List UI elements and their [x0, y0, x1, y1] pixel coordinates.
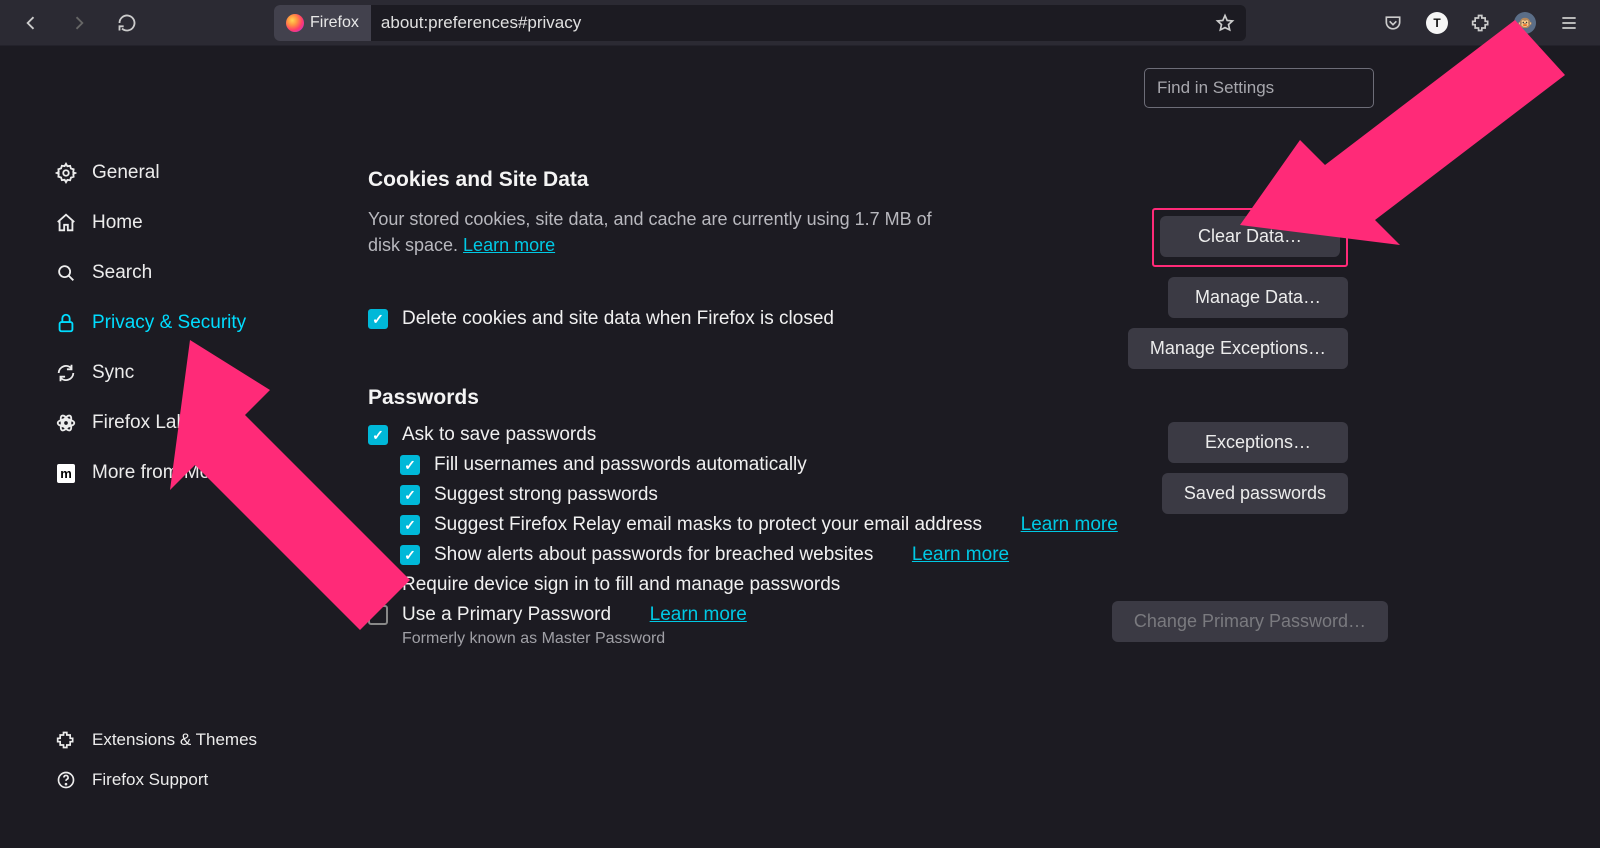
checkbox-label: Suggest Firefox Relay email masks to pro…	[434, 514, 982, 536]
sidebar-item-label: More from Mozilla	[92, 462, 243, 484]
sidebar-item-extensions-themes[interactable]: Extensions & Themes	[0, 720, 330, 760]
sidebar-item-search[interactable]: Search	[0, 248, 330, 298]
learn-more-link[interactable]: Learn more	[912, 544, 1009, 566]
avatar-initial: T	[1433, 16, 1440, 30]
section-cookies: Cookies and Site Data Your stored cookie…	[368, 168, 1188, 330]
sidebar-item-sync[interactable]: Sync	[0, 348, 330, 398]
manage-exceptions-button[interactable]: Manage Exceptions…	[1128, 328, 1348, 369]
sidebar-item-home[interactable]: Home	[0, 198, 330, 248]
labs-icon	[54, 412, 78, 434]
checkbox-icon	[368, 605, 388, 625]
sidebar-item-label: Firefox Labs	[92, 412, 197, 434]
help-icon	[54, 770, 78, 790]
checkbox-icon	[400, 515, 420, 535]
sidebar-item-more-mozilla[interactable]: m More from Mozilla	[0, 448, 330, 498]
checkbox-relay-masks[interactable]: Suggest Firefox Relay email masks to pro…	[400, 514, 1188, 536]
checkbox-suggest-strong[interactable]: Suggest strong passwords	[400, 484, 1188, 506]
gear-icon	[54, 162, 78, 184]
back-button[interactable]	[10, 5, 52, 41]
clear-data-button[interactable]: Clear Data…	[1160, 216, 1340, 257]
checkbox-label: Ask to save passwords	[402, 424, 596, 446]
primary-password-sublabel: Formerly known as Master Password	[402, 630, 1188, 648]
checkbox-icon	[368, 309, 388, 329]
sidebar-item-label: Firefox Support	[92, 770, 208, 790]
checkbox-delete-on-close[interactable]: Delete cookies and site data when Firefo…	[368, 308, 1188, 330]
section-heading: Cookies and Site Data	[368, 168, 1188, 192]
sidebar-item-privacy[interactable]: Privacy & Security	[0, 298, 330, 348]
avatar: T	[1426, 12, 1448, 34]
checkbox-primary-password[interactable]: Use a Primary Password Learn more	[368, 604, 1188, 626]
checkbox-label: Suggest strong passwords	[434, 484, 658, 506]
sidebar-item-label: Home	[92, 212, 143, 234]
search-input[interactable]	[1144, 68, 1374, 108]
checkbox-label: Delete cookies and site data when Firefo…	[402, 308, 834, 330]
lock-icon	[54, 312, 78, 334]
browser-toolbar: Firefox about:preferences#privacy T 🐵	[0, 0, 1600, 46]
cookies-description: Your stored cookies, site data, and cach…	[368, 206, 968, 258]
identity-label: Firefox	[310, 14, 359, 32]
change-primary-password-button[interactable]: Change Primary Password…	[1112, 601, 1388, 642]
checkbox-icon	[400, 455, 420, 475]
home-icon	[54, 212, 78, 234]
learn-more-link[interactable]: Learn more	[463, 235, 555, 255]
sidebar-item-firefox-labs[interactable]: Firefox Labs	[0, 398, 330, 448]
checkbox-ask-save[interactable]: Ask to save passwords	[368, 424, 1188, 446]
learn-more-link[interactable]: Learn more	[650, 604, 747, 626]
identity-chip[interactable]: Firefox	[274, 5, 371, 41]
bookmark-star-icon[interactable]	[1208, 6, 1242, 40]
checkbox-icon	[368, 425, 388, 445]
mozilla-icon: m	[54, 464, 78, 483]
sidebar-item-firefox-support[interactable]: Firefox Support	[0, 760, 330, 800]
learn-more-link[interactable]: Learn more	[1021, 514, 1118, 536]
section-passwords: Passwords Ask to save passwords Fill use…	[368, 386, 1188, 648]
sidebar-item-label: Extensions & Themes	[92, 730, 257, 750]
search-icon	[54, 262, 78, 284]
checkbox-breach-alerts[interactable]: Show alerts about passwords for breached…	[400, 544, 1188, 566]
settings-main: Cookies and Site Data Your stored cookie…	[330, 46, 1600, 848]
sidebar-item-label: General	[92, 162, 160, 184]
cookies-button-stack: Clear Data… Manage Data… Manage Exceptio…	[1128, 208, 1348, 369]
forward-button[interactable]	[58, 5, 100, 41]
checkbox-label: Show alerts about passwords for breached…	[434, 544, 873, 566]
settings-sidebar: General Home Search Privacy & Security S…	[0, 46, 330, 848]
sidebar-item-general[interactable]: General	[0, 148, 330, 198]
password-exceptions-button[interactable]: Exceptions…	[1168, 422, 1348, 463]
account-icon[interactable]: T	[1416, 5, 1458, 41]
checkbox-label: Require device sign in to fill and manag…	[402, 574, 840, 596]
checkbox-icon	[368, 575, 388, 595]
pocket-icon[interactable]	[1372, 5, 1414, 41]
section-heading: Passwords	[368, 386, 1188, 410]
checkbox-icon	[400, 545, 420, 565]
saved-passwords-button[interactable]: Saved passwords	[1162, 473, 1348, 514]
checkbox-require-signin[interactable]: Require device sign in to fill and manag…	[368, 574, 1188, 596]
extensions-icon[interactable]	[1460, 5, 1502, 41]
sidebar-item-label: Privacy & Security	[92, 312, 246, 334]
sidebar-item-label: Sync	[92, 362, 134, 384]
toolbar-right-icons: T 🐵	[1372, 5, 1590, 41]
puzzle-icon	[54, 730, 78, 750]
checkbox-label: Fill usernames and passwords automatical…	[434, 454, 807, 476]
sidebar-footer: Extensions & Themes Firefox Support	[0, 720, 330, 848]
checkbox-label: Use a Primary Password	[402, 604, 611, 626]
checkbox-fill-auto[interactable]: Fill usernames and passwords automatical…	[400, 454, 1188, 476]
manage-data-button[interactable]: Manage Data…	[1168, 277, 1348, 318]
reload-button[interactable]	[106, 5, 148, 41]
firefox-logo-icon	[286, 14, 304, 32]
checkbox-icon	[400, 485, 420, 505]
passwords-button-stack: Exceptions… Saved passwords	[1162, 422, 1348, 514]
url-bar[interactable]: Firefox about:preferences#privacy	[274, 5, 1246, 41]
highlight-clear-data: Clear Data…	[1152, 208, 1348, 267]
url-text: about:preferences#privacy	[371, 13, 1208, 33]
app-menu-icon[interactable]	[1548, 5, 1590, 41]
sidebar-item-label: Search	[92, 262, 152, 284]
tampermonkey-icon[interactable]: 🐵	[1504, 5, 1546, 41]
sync-icon	[54, 362, 78, 384]
